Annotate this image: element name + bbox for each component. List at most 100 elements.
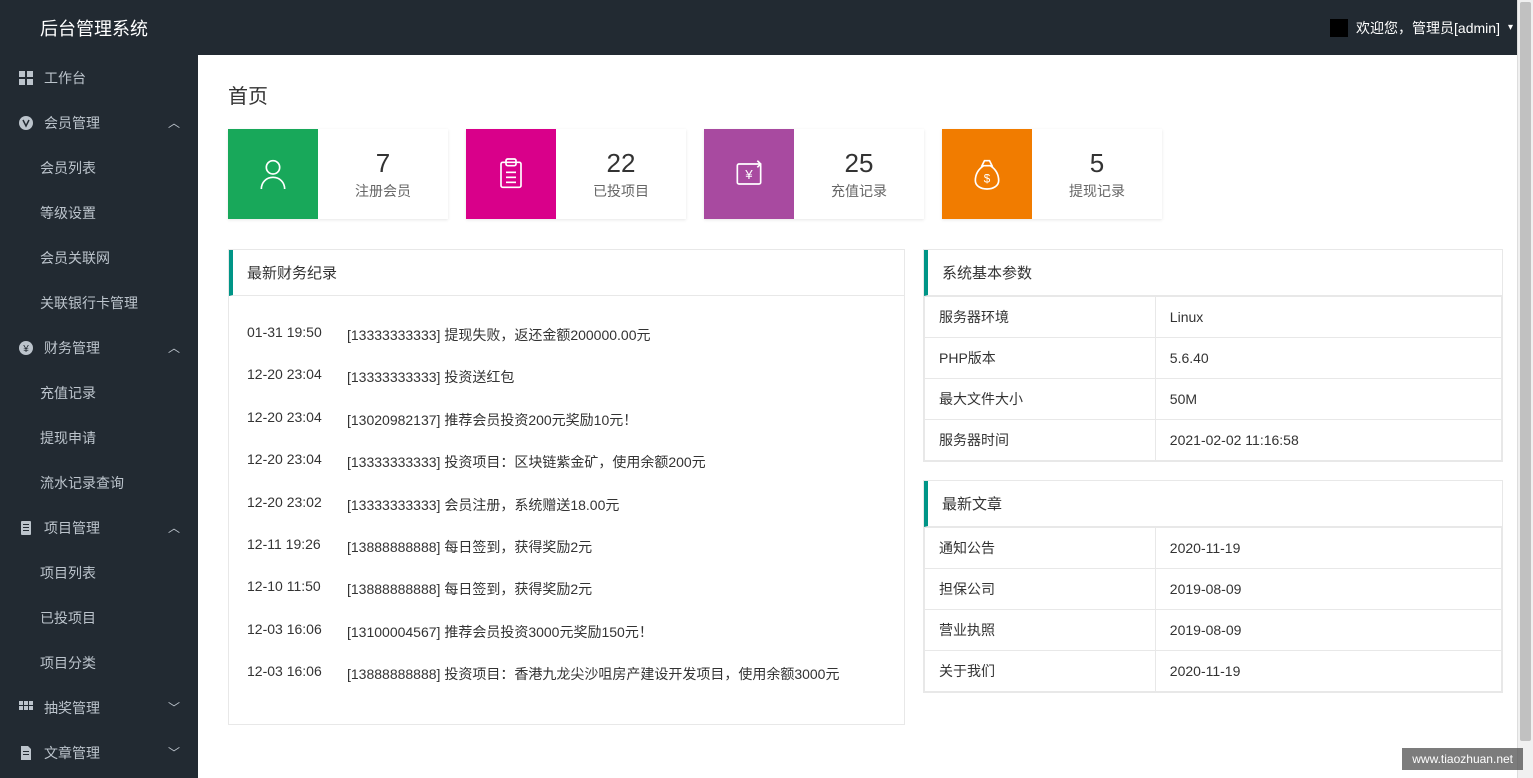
finance-time: 01-31 19:50 [247, 324, 347, 346]
info-key: 最大文件大小 [925, 379, 1156, 420]
sidebar-subitem-1-2[interactable]: 会员关联网 [0, 235, 198, 280]
stat-label: 提现记录 [1069, 181, 1125, 201]
finance-text: [13888888888] 投资项目：香港九龙尖沙咀房产建设开发项目，使用余额3… [347, 663, 886, 685]
user-icon [228, 129, 318, 219]
finance-text: [13888888888] 每日签到，获得奖励2元 [347, 536, 886, 558]
chevron-up-icon: ︿ [168, 519, 180, 536]
avatar [1330, 19, 1348, 37]
finance-panel-title: 最新财务纪录 [229, 250, 904, 296]
table-row: 营业执照2019-08-09 [925, 610, 1502, 651]
finance-time: 12-03 16:06 [247, 663, 347, 685]
article-date: 2020-11-19 [1155, 528, 1501, 569]
sidebar: 工作台会员管理 ︿ 会员列表等级设置会员关联网关联银行卡管理 ¥ 财务管理 ︿ 充值记录提现… [0, 55, 198, 778]
finance-time: 12-20 23:04 [247, 366, 347, 388]
page-icon [18, 745, 34, 761]
sidebar-subitem-1-3[interactable]: 关联银行卡管理 [0, 280, 198, 325]
info-value: 5.6.40 [1155, 338, 1501, 379]
sidebar-subitem-1-0[interactable]: 会员列表 [0, 145, 198, 190]
finance-time: 12-10 11:50 [247, 578, 347, 600]
chevron-down-icon: ﹀ [168, 699, 180, 716]
chevron-up-icon: ︿ [168, 114, 180, 131]
finance-panel: 最新财务纪录 01-31 19:50[13333333333] 提现失败，返还金… [228, 249, 905, 725]
table-row: 服务器时间2021-02-02 11:16:58 [925, 420, 1502, 461]
finance-row: 12-03 16:06[13100004567] 推荐会员投资3000元奖励15… [247, 611, 886, 653]
chevron-down-icon: ▾ [1508, 22, 1513, 33]
sidebar-item-0[interactable]: 工作台 [0, 55, 198, 100]
finance-row: 12-20 23:02[13333333333] 会员注册，系统赠送18.00元 [247, 484, 886, 526]
sidebar-item-3[interactable]: 项目管理 ︿ [0, 505, 198, 550]
sidebar-subitem-3-1[interactable]: 已投项目 [0, 595, 198, 640]
sidebar-item-5[interactable]: 文章管理﹀ [0, 730, 198, 775]
svg-text:¥: ¥ [22, 344, 29, 355]
stat-label: 充值记录 [831, 181, 887, 201]
sidebar-item-label: 财务管理 [44, 338, 100, 358]
clipboard-icon [466, 129, 556, 219]
sidebar-subitem-3-2[interactable]: 项目分类 [0, 640, 198, 685]
finance-time: 12-11 19:26 [247, 536, 347, 558]
svg-text:¥: ¥ [744, 167, 753, 182]
article-title[interactable]: 担保公司 [925, 569, 1156, 610]
article-date: 2019-08-09 [1155, 610, 1501, 651]
sidebar-subitem-2-1[interactable]: 提现申请 [0, 415, 198, 460]
stat-label: 注册会员 [355, 181, 411, 201]
stat-value: 7 [376, 148, 390, 179]
finance-text: [13020982137] 推荐会员投资200元奖励10元！ [347, 409, 886, 431]
stat-value: 22 [607, 148, 636, 179]
chevron-up-icon: ︿ [168, 339, 180, 356]
sidebar-item-label: 抽奖管理 [44, 698, 100, 718]
table-row: 服务器环境Linux [925, 297, 1502, 338]
sidebar-item-2[interactable]: ¥ 财务管理 ︿ [0, 325, 198, 370]
stat-label: 已投项目 [593, 181, 649, 201]
info-key: PHP版本 [925, 338, 1156, 379]
info-value: 2021-02-02 11:16:58 [1155, 420, 1501, 461]
finance-row: 12-11 19:26[13888888888] 每日签到，获得奖励2元 [247, 526, 886, 568]
scrollbar-thumb[interactable] [1520, 2, 1531, 741]
articles-panel: 最新文章 通知公告2020-11-19担保公司2019-08-09营业执照201… [923, 480, 1503, 693]
sidebar-subitem-2-2[interactable]: 流水记录查询 [0, 460, 198, 505]
finance-text: [13333333333] 投资送红包 [347, 366, 886, 388]
stat-card-1[interactable]: 22已投项目 [466, 129, 686, 219]
sidebar-item-4[interactable]: 抽奖管理 ﹀ [0, 685, 198, 730]
stat-card-2[interactable]: ¥25充值记录 [704, 129, 924, 219]
sidebar-subitem-3-0[interactable]: 项目列表 [0, 550, 198, 595]
info-value: 50M [1155, 379, 1501, 420]
main-content: 首页 7注册会员22已投项目¥25充值记录$5提现记录 最新财务纪录 01-31… [198, 55, 1533, 778]
sidebar-item-label: 项目管理 [44, 518, 100, 538]
finance-time: 12-20 23:04 [247, 409, 347, 431]
stat-card-3[interactable]: $5提现记录 [942, 129, 1162, 219]
info-value: Linux [1155, 297, 1501, 338]
user-menu[interactable]: 欢迎您，管理员[admin] ▾ [1330, 18, 1513, 38]
stat-value: 5 [1090, 148, 1104, 179]
scrollbar[interactable] [1517, 0, 1533, 778]
app-title: 后台管理系统 [40, 15, 148, 41]
stat-value: 25 [845, 148, 874, 179]
info-key: 服务器时间 [925, 420, 1156, 461]
article-title[interactable]: 营业执照 [925, 610, 1156, 651]
finance-text: [13888888888] 每日签到，获得奖励2元 [347, 578, 886, 600]
finance-text: [13100004567] 推荐会员投资3000元奖励150元！ [347, 621, 886, 643]
sysinfo-panel-title: 系统基本参数 [924, 250, 1502, 296]
money-in-icon: ¥ [704, 129, 794, 219]
article-title[interactable]: 通知公告 [925, 528, 1156, 569]
sidebar-item-label: 会员管理 [44, 113, 100, 133]
sysinfo-table: 服务器环境LinuxPHP版本5.6.40最大文件大小50M服务器时间2021-… [924, 296, 1502, 461]
article-date: 2019-08-09 [1155, 569, 1501, 610]
articles-panel-title: 最新文章 [924, 481, 1502, 527]
sidebar-subitem-1-1[interactable]: 等级设置 [0, 190, 198, 235]
panels-row: 最新财务纪录 01-31 19:50[13333333333] 提现失败，返还金… [198, 249, 1533, 755]
stats-row: 7注册会员22已投项目¥25充值记录$5提现记录 [198, 129, 1533, 249]
header: 后台管理系统 欢迎您，管理员[admin] ▾ [0, 0, 1533, 55]
table-row: 最大文件大小50M [925, 379, 1502, 420]
finance-time: 12-20 23:02 [247, 494, 347, 516]
sidebar-item-label: 工作台 [44, 68, 86, 88]
sidebar-item-1[interactable]: 会员管理 ︿ [0, 100, 198, 145]
article-title[interactable]: 关于我们 [925, 651, 1156, 692]
page-title: 首页 [198, 55, 1533, 129]
stat-card-0[interactable]: 7注册会员 [228, 129, 448, 219]
finance-row: 12-10 11:50[13888888888] 每日签到，获得奖励2元 [247, 568, 886, 610]
finance-text: [13333333333] 投资项目：区块链紫金矿，使用余额200元 [347, 451, 886, 473]
finance-row: 12-20 23:04[13020982137] 推荐会员投资200元奖励10元… [247, 399, 886, 441]
watermark: www.tiaozhuan.net [1402, 748, 1523, 770]
sidebar-subitem-2-0[interactable]: 充值记录 [0, 370, 198, 415]
finance-text: [13333333333] 会员注册，系统赠送18.00元 [347, 494, 886, 516]
